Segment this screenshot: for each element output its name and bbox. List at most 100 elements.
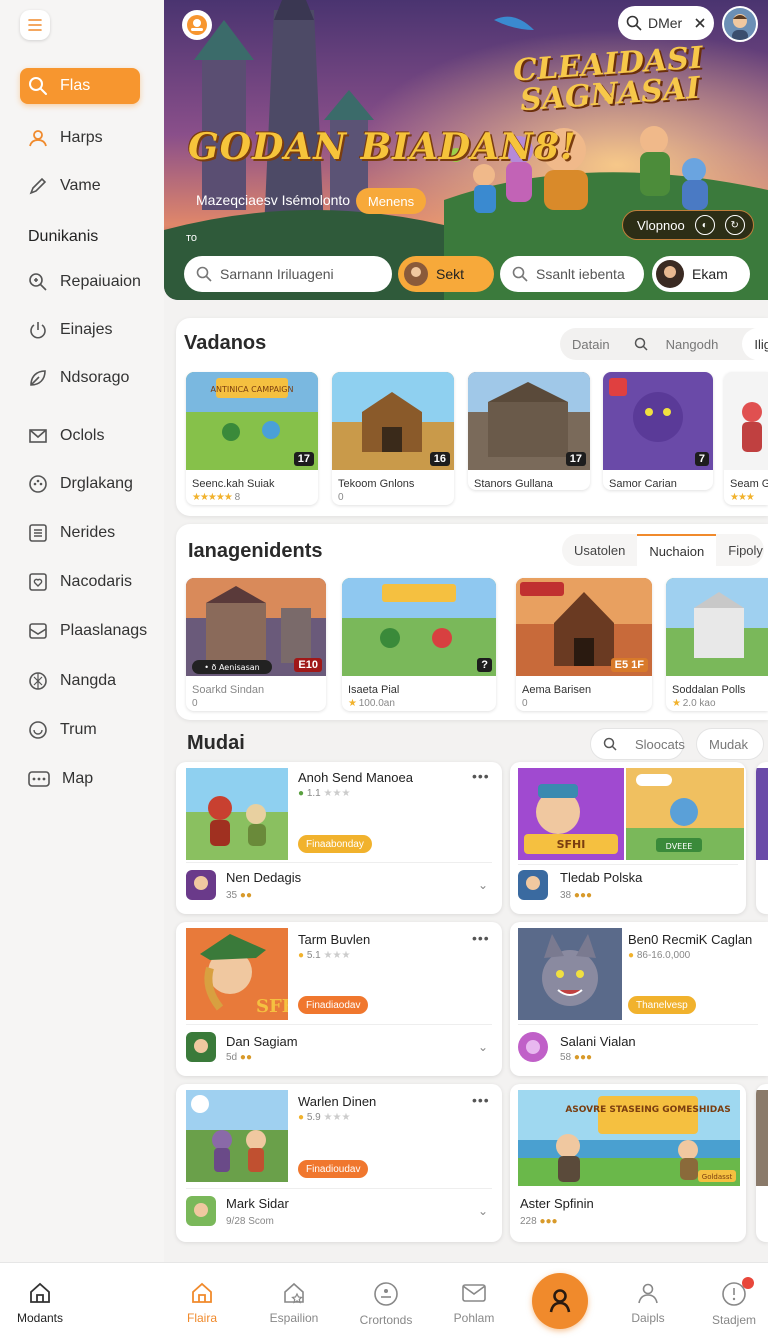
meta-value: 35 bbox=[226, 890, 238, 901]
sidebar-item-harps[interactable]: Harps bbox=[20, 120, 140, 156]
filter-pill-search[interactable]: Nangodh bbox=[622, 328, 743, 360]
hero-banner[interactable]: DMer CLEAIDASI SAGNASAI GODAN BIADAN8! M… bbox=[164, 0, 768, 300]
brand-logo[interactable] bbox=[182, 10, 212, 40]
hero-cta-button[interactable]: Menens bbox=[356, 188, 426, 214]
chevron-down-icon[interactable]: ⌄ bbox=[478, 1040, 488, 1054]
hero-title-secondary: CLEAIDASI SAGNASAI bbox=[512, 40, 706, 118]
tab-active[interactable]: Nuchaion bbox=[637, 534, 717, 566]
divider bbox=[518, 864, 738, 865]
center-profile-button[interactable] bbox=[532, 1273, 588, 1329]
nav-item-stadjem[interactable]: Stadjem bbox=[694, 1281, 768, 1327]
nav-item-flaira[interactable]: Flaira bbox=[162, 1281, 242, 1325]
sidebar-item-flas[interactable]: Flas bbox=[20, 68, 140, 104]
more-icon[interactable]: ••• bbox=[472, 930, 490, 946]
game-tile[interactable]: 17 Stanors Gullana bbox=[468, 372, 590, 490]
game-thumbnail: 7 bbox=[603, 372, 713, 470]
card-title: Ben0 RecmiK Caglan bbox=[628, 932, 753, 947]
nav-label: Pohlam bbox=[453, 1311, 495, 1325]
game-tile[interactable]: Seam G ★★★ bbox=[724, 372, 768, 505]
sort-pill[interactable]: Sloocats bbox=[591, 728, 709, 760]
filter-pill[interactable]: Iligah bbox=[742, 328, 768, 360]
game-thumbnail: E5 1F bbox=[516, 578, 652, 676]
tile-caption: Aema Barisen bbox=[522, 684, 592, 696]
hamburger-icon bbox=[28, 19, 42, 31]
grid-circle-icon bbox=[29, 672, 47, 690]
list-card[interactable]: SFHI DVEEE Tledab Polska 38 ●●● bbox=[510, 762, 746, 914]
sidebar-item-ndsorago[interactable]: Ndsorago bbox=[20, 360, 140, 396]
nav-label: Modants bbox=[16, 1311, 64, 1325]
hero-search-input-1[interactable]: Sarnann Iriluageni bbox=[184, 256, 392, 292]
hero-action-pill[interactable]: Vlopnoo ◐ ↻ bbox=[622, 210, 754, 240]
list-card-peek[interactable] bbox=[756, 1084, 768, 1242]
list-card[interactable]: Warlen Dinen ● 5.9 ★★★ ••• Finadioudav M… bbox=[176, 1084, 502, 1242]
sidebar-item-drglakang[interactable]: Drglakang bbox=[20, 466, 140, 502]
nav-label: Crortonds bbox=[359, 1313, 413, 1327]
game-tile[interactable]: E5 1F Aema Barisen 0 bbox=[516, 578, 652, 711]
nav-item-daipls[interactable]: Daipls bbox=[608, 1281, 688, 1325]
avatar-icon bbox=[724, 8, 756, 40]
card-name: Tledab Polska bbox=[560, 870, 643, 885]
home-icon bbox=[30, 1282, 50, 1303]
card-title: Warlen Dinen bbox=[298, 1094, 377, 1109]
chevron-down-icon[interactable]: ⌄ bbox=[478, 1204, 488, 1218]
sidebar-item-vame[interactable]: Vame bbox=[20, 168, 140, 204]
game-tile[interactable]: ? Isaeta Pial ★ 100.0an bbox=[342, 578, 496, 711]
nav-item-espailion[interactable]: Espailion bbox=[254, 1281, 334, 1325]
sidebar-item-einajes[interactable]: Einajes bbox=[20, 312, 140, 348]
list-card[interactable]: Ben0 RecmiK Caglan ● 86-16.0,000 Thanelv… bbox=[510, 922, 768, 1076]
list-card-peek[interactable] bbox=[756, 762, 768, 914]
card-tag: Finadioudav bbox=[298, 1160, 369, 1178]
clock-icon[interactable]: ◐ bbox=[694, 215, 715, 235]
game-tile[interactable]: 7 Samor Carian bbox=[603, 372, 713, 490]
profile-avatar[interactable] bbox=[722, 6, 758, 42]
game-tile[interactable]: ANTINICA CAMPAIGN 17 Seenc.kah Suiak ★★★… bbox=[186, 372, 318, 505]
sidebar-item-nerides[interactable]: Nerides bbox=[20, 515, 140, 551]
tile-rating: ★★★ bbox=[724, 490, 768, 505]
sidebar-item-trum[interactable]: Trum bbox=[20, 712, 140, 748]
list-card[interactable]: ASOVRE STASEING GOMESHIDAS Goldasst Aster… bbox=[510, 1084, 746, 1242]
game-thumbnail: • ð Aenisasan E10 bbox=[186, 578, 326, 676]
chevron-down-icon[interactable]: ⌄ bbox=[478, 878, 488, 892]
rating-stars: ★ bbox=[348, 698, 357, 709]
game-tile[interactable]: Soddalan Polls ★ 2.0 kao bbox=[666, 578, 768, 711]
game-tile[interactable]: • ð Aenisasan E10 Soarkd Sindan 0 bbox=[186, 578, 326, 711]
tab[interactable]: Usatolen bbox=[562, 534, 637, 566]
hero-user-chip[interactable]: Ekam bbox=[652, 256, 750, 292]
sidebar-item-repaiuaion[interactable]: Repaiuaion bbox=[20, 264, 141, 300]
tile-rating: ★ 2.0 kao bbox=[666, 696, 768, 711]
hero-sekt-button[interactable]: Sekt bbox=[398, 256, 494, 292]
list-card[interactable]: Anoh Send Manoea ● 1.1 ★★★ ••• Finaabond… bbox=[176, 762, 502, 914]
notification-badge bbox=[742, 1277, 754, 1289]
filter-pill[interactable]: Datain bbox=[560, 328, 622, 360]
divider bbox=[186, 862, 492, 863]
close-icon[interactable] bbox=[694, 17, 706, 29]
card-thumbnail: SFHI bbox=[186, 928, 288, 1020]
more-icon[interactable]: ••• bbox=[472, 768, 490, 784]
list-card[interactable]: SFHI Tarm Buvlen ● 5.1 ★★★ ••• Finadiaod… bbox=[176, 922, 502, 1076]
rating-value: 1.1 bbox=[306, 788, 321, 799]
sidebar-item-nacodaris[interactable]: Nacodaris bbox=[20, 564, 140, 600]
sidebar-item-nangda[interactable]: Nangda bbox=[20, 663, 140, 699]
nav-label: Stadjem bbox=[711, 1313, 757, 1327]
game-tile[interactable]: 16 Tekoom Gnlons 0 bbox=[332, 372, 454, 505]
sidebar-item-oclols[interactable]: Oclols bbox=[20, 418, 140, 454]
sidebar-item-plaaslanags[interactable]: Plaaslanags bbox=[20, 613, 147, 649]
filter-button[interactable]: Mudak bbox=[696, 728, 764, 760]
avatar-icon bbox=[404, 262, 428, 286]
tile-caption: Stanors Gullana bbox=[474, 478, 553, 490]
nav-item-crortonds[interactable]: Crortonds bbox=[346, 1281, 426, 1327]
tab[interactable]: Fipoly bbox=[716, 534, 768, 566]
hero-search-field[interactable]: DMer bbox=[618, 6, 714, 40]
card-meta: 5d ●● bbox=[226, 1052, 252, 1063]
hero-search-input-2[interactable]: Ssanlt iebenta bbox=[500, 256, 644, 292]
nav-item-pohlam[interactable]: Pohlam bbox=[434, 1281, 514, 1325]
sidebar-item-map[interactable]: Map bbox=[20, 761, 140, 797]
refresh-icon[interactable]: ↻ bbox=[724, 215, 745, 235]
sort-button[interactable]: Sloocats bbox=[590, 728, 685, 760]
more-icon[interactable]: ••• bbox=[472, 1092, 490, 1108]
tile-caption: Seam G bbox=[730, 478, 768, 490]
card-rating: ● 5.1 ★★★ bbox=[298, 950, 351, 961]
nav-item-modants[interactable]: Modants bbox=[0, 1281, 80, 1325]
tile-sub: 0 bbox=[522, 698, 528, 709]
menu-button[interactable] bbox=[20, 10, 50, 40]
